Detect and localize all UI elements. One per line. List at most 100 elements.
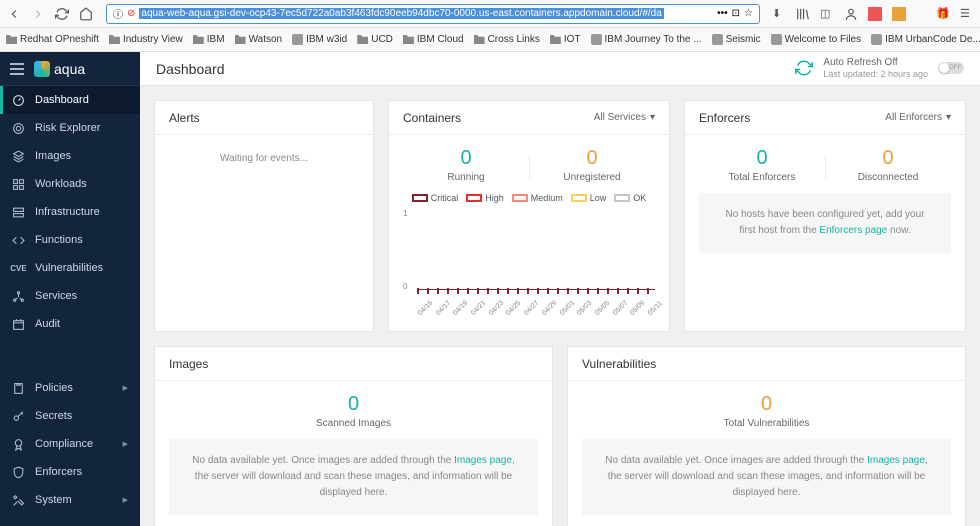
ext2-icon[interactable] xyxy=(892,7,906,21)
browser-toolbar: ⓘ ⊘ aqua-web-aqua.gsi-dev-ocp43-7ec5d722… xyxy=(0,0,980,28)
sidebar-item-vulnerabilities[interactable]: CVE Vulnerabilities xyxy=(0,254,140,282)
home-button[interactable] xyxy=(78,6,94,22)
total-enforcers-label: Total Enforcers xyxy=(699,172,825,183)
sidebar-item-workloads[interactable]: Workloads xyxy=(0,170,140,198)
sidebar-item-enforcers[interactable]: Enforcers xyxy=(0,458,140,486)
enforcers-filter[interactable]: All Enforcers ▾ xyxy=(885,112,951,123)
folder-icon xyxy=(550,35,561,44)
more-icon[interactable]: ••• xyxy=(717,8,728,19)
chart-x-label: 05/11 xyxy=(647,306,658,317)
unregistered-label: Unregistered xyxy=(529,172,655,183)
sidebar-item-label: Functions xyxy=(35,234,83,246)
vuln-images-page-link[interactable]: Images page xyxy=(867,455,925,466)
folder-icon xyxy=(109,35,120,44)
sidebar-item-policies[interactable]: Policies ▶ xyxy=(0,374,140,402)
sidebar-item-audit[interactable]: Audit xyxy=(0,310,140,338)
info-icon[interactable]: ⓘ xyxy=(113,6,123,21)
reload-button[interactable] xyxy=(54,6,70,22)
bookmark-item[interactable]: IBM Cloud xyxy=(403,34,464,45)
favicon-icon xyxy=(292,34,303,45)
bookmark-item[interactable]: Industry View xyxy=(109,34,183,45)
auto-refresh-toggle[interactable]: OFF xyxy=(938,62,964,74)
alerts-waiting: Waiting for events... xyxy=(169,147,359,170)
favicon-icon xyxy=(871,34,882,45)
bookmark-star-icon[interactable]: ☆ xyxy=(744,8,753,19)
calendar-icon xyxy=(12,318,25,331)
sidebar-item-dashboard[interactable]: Dashboard xyxy=(0,86,140,114)
bookmark-label: Cross Links xyxy=(488,34,540,45)
bookmark-item[interactable]: Welcome to Files xyxy=(771,34,862,45)
disconnected-label: Disconnected xyxy=(825,172,951,183)
bookmark-item[interactable]: IBM Journey To the ... xyxy=(591,34,702,45)
sidebar-item-risk-explorer[interactable]: Risk Explorer xyxy=(0,114,140,142)
menu-icon[interactable]: ☰ xyxy=(960,7,974,21)
layers-icon xyxy=(12,150,25,163)
bookmark-label: IBM Journey To the ... xyxy=(605,34,702,45)
sidebar-item-compliance[interactable]: Compliance▶ xyxy=(0,430,140,458)
url-bar[interactable]: ⓘ ⊘ aqua-web-aqua.gsi-dev-ocp43-7ec5d722… xyxy=(106,4,760,24)
bookmark-item[interactable]: UCD xyxy=(357,34,393,45)
bookmark-item[interactable]: IBM UrbanCode De... xyxy=(871,34,980,45)
chart-x-label: 05/05 xyxy=(594,306,605,317)
images-title: Images xyxy=(169,357,208,371)
containers-filter[interactable]: All Services ▾ xyxy=(594,112,655,123)
sidebar-item-infrastructure[interactable]: Infrastructure xyxy=(0,198,140,226)
grid-icon xyxy=(12,178,25,191)
cve-icon: CVE xyxy=(12,262,25,275)
images-page-link[interactable]: Images page xyxy=(454,455,512,466)
bookmark-item[interactable]: Redhat OPneshift xyxy=(6,34,99,45)
bookmark-label: IOT xyxy=(564,34,581,45)
target-icon xyxy=(12,122,25,135)
bookmark-item[interactable]: Watson xyxy=(235,34,283,45)
ext1-icon[interactable] xyxy=(868,7,882,21)
account-icon[interactable] xyxy=(844,7,858,21)
header: Dashboard Auto Refresh Off Last updated:… xyxy=(140,52,980,86)
chevron-right-icon: ▶ xyxy=(123,384,128,392)
tracker-icon[interactable]: ⊘ xyxy=(127,8,135,19)
sidebar-item-label: Policies xyxy=(35,382,73,394)
sidebar-item-services[interactable]: Services xyxy=(0,282,140,310)
running-label: Running xyxy=(403,172,529,183)
vulnerabilities-empty: No data available yet. Once images are a… xyxy=(582,439,951,515)
images-empty: No data available yet. Once images are a… xyxy=(169,439,538,515)
containers-card: Containers All Services ▾ 0 Running 0 Un… xyxy=(388,100,670,332)
total-vulns-label: Total Vulnerabilities xyxy=(582,418,951,429)
bookmark-item[interactable]: Seismic xyxy=(712,34,761,45)
sidebar-item-images[interactable]: Images xyxy=(0,142,140,170)
chart-x-label: 04/27 xyxy=(523,306,534,317)
gift-icon[interactable]: 🎁 xyxy=(936,7,950,21)
sidebar-item-system[interactable]: System▶ xyxy=(0,486,140,514)
sidebar-item-functions[interactable]: Functions xyxy=(0,226,140,254)
bookmark-item[interactable]: IBM w3id xyxy=(292,34,347,45)
bookmark-item[interactable]: IOT xyxy=(550,34,581,45)
chart-x-label: 04/21 xyxy=(470,306,481,317)
sidebar-item-label: Compliance xyxy=(35,438,93,450)
folder-icon xyxy=(474,35,485,44)
reader-icon[interactable]: ⊡ xyxy=(732,8,740,19)
forward-button[interactable] xyxy=(30,6,46,22)
sidebar-toggle[interactable] xyxy=(10,63,24,75)
clipboard-icon xyxy=(12,382,25,395)
bookmark-item[interactable]: IBM xyxy=(193,34,225,45)
refresh-status: Auto Refresh Off Last updated: 2 hours a… xyxy=(823,57,928,80)
bookmark-item[interactable]: Cross Links xyxy=(474,34,540,45)
refresh-icon[interactable] xyxy=(795,59,813,77)
sidebar-item-label: Workloads xyxy=(35,178,87,190)
total-enforcers-value: 0 xyxy=(699,147,825,170)
chart-x-label: 04/23 xyxy=(488,306,499,317)
logo[interactable]: aqua xyxy=(34,61,85,77)
sidebar-item-secrets[interactable]: Secrets xyxy=(0,402,140,430)
bookmark-label: Industry View xyxy=(123,34,183,45)
sidebar-icon[interactable]: ◫ xyxy=(820,7,834,21)
folder-icon xyxy=(6,35,17,44)
sidebar-item-label: Vulnerabilities xyxy=(35,262,103,274)
back-button[interactable] xyxy=(6,6,22,22)
sidebar: aqua DashboardRisk ExplorerImages Workloa… xyxy=(0,52,140,526)
sidebar-item-label: Secrets xyxy=(35,410,72,422)
chart-x-label: 05/03 xyxy=(576,306,587,317)
downloads-icon[interactable]: ⬇ xyxy=(772,7,786,21)
shield-icon xyxy=(12,466,25,479)
scanned-value: 0 xyxy=(169,393,538,416)
library-icon[interactable] xyxy=(796,7,810,21)
enforcers-page-link[interactable]: Enforcers page xyxy=(819,225,887,236)
